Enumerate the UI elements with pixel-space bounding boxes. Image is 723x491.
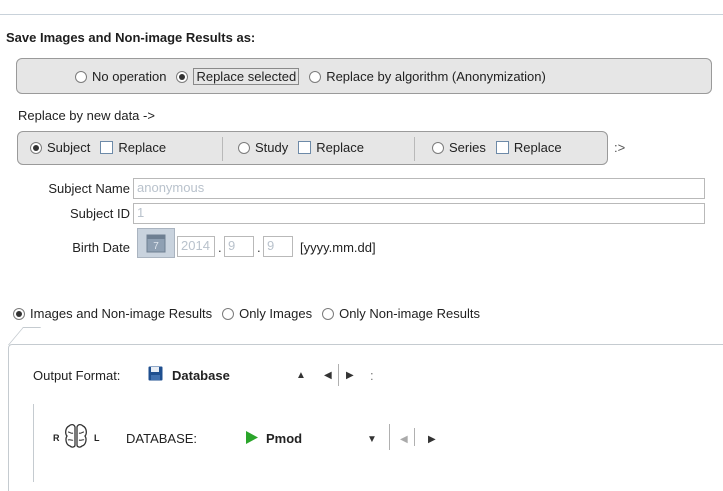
radio-study-indicator[interactable] [238,141,250,154]
play-icon[interactable] [245,430,259,445]
output-panel [8,344,723,491]
radio-only-non-image-results-indicator[interactable] [322,307,335,320]
date-separator: . [218,240,222,255]
checkbox-subject-replace[interactable]: Replace [100,140,166,155]
radio-no-operation-label: No operation [92,69,167,84]
replace-level-group: Subject Replace Study Replace Series Rep… [17,131,608,165]
radio-only-images[interactable]: Only Images [222,306,312,321]
checkbox-series-replace[interactable]: Replace [495,140,562,155]
radio-replace-by-algorithm-indicator[interactable] [309,70,322,83]
radio-only-images-indicator[interactable] [222,307,235,320]
expand-arrow[interactable]: :> [614,140,625,155]
radio-replace-selected[interactable]: Replace selected [176,68,300,85]
date-separator: . [257,240,261,255]
checkbox-series-replace-box[interactable] [495,141,509,154]
replace-by-new-data-label: Replace by new data -> [18,108,155,123]
radio-no-operation[interactable]: No operation [75,69,166,84]
output-format-value[interactable]: Database [172,368,230,383]
radio-replace-by-algorithm-label: Replace by algorithm (Anonymization) [326,69,546,84]
checkbox-series-replace-label: Replace [513,140,562,155]
save-section-title: Save Images and Non-image Results as: [6,30,256,45]
database-rail [33,404,34,482]
database-label: DATABASE: [126,431,198,446]
level-separator [222,137,223,161]
radio-study[interactable]: Study [238,140,288,155]
birth-date-label: Birth Date [72,240,130,255]
right-marker: R [53,433,60,443]
radio-study-label: Study [255,140,289,155]
birth-date-format: [yyyy.mm.dd] [300,240,376,255]
radio-subject-label: Subject [47,140,91,155]
nav-separator [338,364,339,386]
next-arrow[interactable]: ▶ [428,434,436,445]
move-up-arrow[interactable]: ▲ [296,370,306,381]
next-arrow[interactable]: ▶ [346,370,354,381]
nav-separator [414,428,415,446]
radio-replace-by-algorithm[interactable]: Replace by algorithm (Anonymization) [309,69,546,84]
checkbox-subject-replace-label: Replace [118,140,167,155]
birth-month-field[interactable]: 9 [224,236,254,257]
radio-images-and-results-indicator[interactable] [13,307,25,320]
subject-name-label: Subject Name [48,181,130,196]
brain-rl-icon[interactable] [63,422,89,450]
dropdown-arrow[interactable]: ▼ [367,434,377,445]
svg-text:7: 7 [153,241,159,252]
calendar-icon: 7 [146,234,166,253]
radio-images-and-results-label: Images and Non-image Results [30,306,213,321]
radio-only-non-image-results-label: Only Non-image Results [339,306,480,321]
birth-year-field[interactable]: 2014 [177,236,215,257]
radio-replace-selected-label: Replace selected [193,68,300,85]
radio-images-and-results[interactable]: Images and Non-image Results [13,306,212,321]
subject-id-label: Subject ID [70,206,130,221]
level-separator [414,137,415,161]
calendar-button[interactable]: 7 [137,228,175,258]
radio-only-images-label: Only Images [239,306,313,321]
radio-no-operation-indicator[interactable] [75,70,87,83]
birth-day-field[interactable]: 9 [263,236,293,257]
previous-arrow[interactable]: ◀ [324,370,332,381]
save-mode-group: No operation Replace selected Replace by… [16,58,712,94]
subject-id-field[interactable]: 1 [133,203,705,224]
checkbox-subject-replace-box[interactable] [100,141,114,154]
more-options[interactable]: : [370,368,374,383]
nav-separator [389,424,390,450]
radio-series-indicator[interactable] [432,141,444,154]
database-value[interactable]: Pmod [266,431,302,446]
checkbox-study-replace[interactable]: Replace [298,140,364,155]
radio-replace-selected-indicator[interactable] [176,70,189,83]
output-format-label: Output Format: [33,368,121,383]
floppy-disk-icon [148,366,163,381]
checkbox-study-replace-label: Replace [316,140,364,155]
radio-series[interactable]: Series [432,140,486,155]
previous-arrow[interactable]: ◀ [400,434,408,445]
radio-subject-indicator[interactable] [30,141,42,154]
tab-notch [8,327,42,345]
result-scope-group: Images and Non-image Results Only Images… [13,306,490,321]
radio-subject[interactable]: Subject [30,140,90,155]
checkbox-study-replace-box[interactable] [298,141,312,154]
top-divider [0,14,723,15]
left-marker: L [94,433,100,443]
subject-name-field[interactable]: anonymous [133,178,705,199]
radio-series-label: Series [449,140,486,155]
radio-only-non-image-results[interactable]: Only Non-image Results [322,306,480,321]
